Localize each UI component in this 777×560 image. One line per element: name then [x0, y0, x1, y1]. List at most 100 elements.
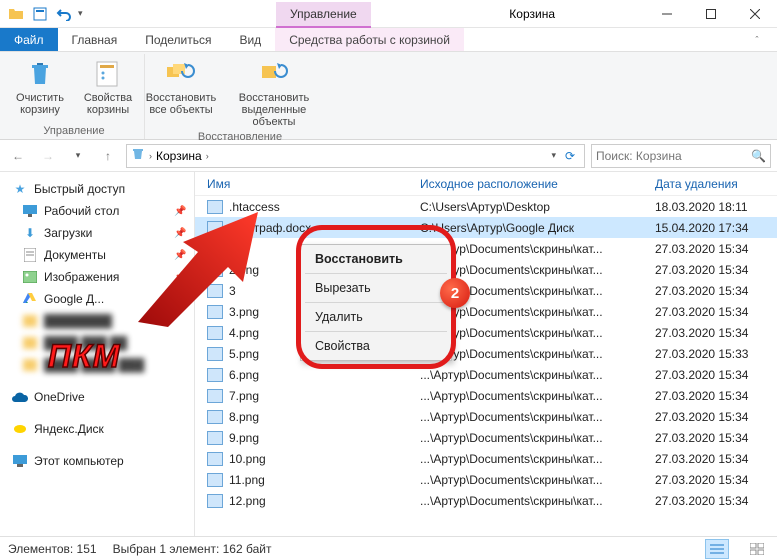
- search-box[interactable]: 🔍: [591, 144, 771, 168]
- empty-bin-button[interactable]: Очистить корзину: [10, 56, 70, 124]
- pin-icon: 📌: [174, 294, 186, 305]
- file-icon: [207, 473, 223, 487]
- table-row[interactable]: 3.png...\Артур\Documents\скрины\кат...27…: [195, 301, 777, 322]
- table-row[interactable]: .htaccessC:\Users\Артур\Desktop18.03.202…: [195, 196, 777, 217]
- table-row[interactable]: 5.png...\Артур\Documents\скрины\кат...27…: [195, 343, 777, 364]
- tab-home[interactable]: Главная: [58, 28, 132, 51]
- table-row[interactable]: 6.png...\Артур\Documents\скрины\кат...27…: [195, 364, 777, 385]
- sidebar-item-google-drive[interactable]: Google Д... 📌: [0, 288, 194, 310]
- tab-recycle-tools[interactable]: Средства работы с корзиной: [275, 28, 464, 51]
- sidebar-onedrive-label: OneDrive: [34, 390, 85, 404]
- ribbon-collapse-icon[interactable]: ˆ: [745, 30, 769, 50]
- table-row[interactable]: 7.png...\Артур\Documents\скрины\кат...27…: [195, 385, 777, 406]
- table-row[interactable]: 4.png...\Артур\Documents\скрины\кат...27…: [195, 322, 777, 343]
- file-name: ~$Штраф.docx: [229, 221, 311, 235]
- trash-icon: [24, 58, 56, 90]
- sidebar-item-desktop[interactable]: Рабочий стол 📌: [0, 200, 194, 222]
- file-date: 27.03.2020 15:34: [655, 452, 777, 466]
- file-name: 2.png: [229, 263, 259, 277]
- properties-icon[interactable]: [30, 4, 50, 24]
- file-name: 8.png: [229, 410, 259, 424]
- yandex-disk-icon: [12, 421, 28, 437]
- view-details-button[interactable]: [705, 539, 729, 559]
- column-date[interactable]: Дата удаления: [655, 177, 777, 191]
- undo-icon[interactable]: [54, 4, 74, 24]
- table-row[interactable]: 10.png...\Артур\Documents\скрины\кат...2…: [195, 448, 777, 469]
- breadcrumb[interactable]: › Корзина › ▾ ⟳: [126, 144, 585, 168]
- file-date: 27.03.2020 15:34: [655, 368, 777, 382]
- sidebar-this-pc[interactable]: Этот компьютер: [0, 450, 194, 472]
- column-name[interactable]: Имя: [195, 177, 420, 191]
- status-item-count: Элементов: 151: [8, 542, 97, 556]
- nav-forward-button[interactable]: →: [36, 144, 60, 168]
- file-location: ...\Артур\Documents\скрины\кат...: [420, 368, 655, 382]
- maximize-button[interactable]: [689, 0, 733, 28]
- file-date: 27.03.2020 15:34: [655, 284, 777, 298]
- table-row[interactable]: 2.png...\Артур\Documents\скрины\кат...27…: [195, 259, 777, 280]
- view-icons-button[interactable]: [745, 539, 769, 559]
- bin-properties-button[interactable]: Свойства корзины: [78, 56, 138, 124]
- file-icon: [207, 284, 223, 298]
- file-date: 27.03.2020 15:34: [655, 389, 777, 403]
- address-bar: ← → ▾ ↑ › Корзина › ▾ ⟳ 🔍: [0, 140, 777, 172]
- restore-all-button[interactable]: Восстановить все объекты: [151, 56, 211, 130]
- table-row[interactable]: 3...\Артур\Documents\скрины\кат...27.03.…: [195, 280, 777, 301]
- table-row[interactable]: 2...\Артур\Documents\скрины\кат...27.03.…: [195, 238, 777, 259]
- status-selection: Выбран 1 элемент: 162 байт: [113, 542, 272, 556]
- file-location: C:\Users\Артур\Desktop: [420, 200, 655, 214]
- folder-icon: [6, 4, 26, 24]
- sidebar-item-documents[interactable]: Документы 📌: [0, 244, 194, 266]
- ctx-restore[interactable]: Восстановить: [301, 247, 451, 271]
- file-name: 9.png: [229, 431, 259, 445]
- sidebar-onedrive[interactable]: OneDrive: [0, 386, 194, 408]
- sidebar-yandex-disk[interactable]: Яндекс.Диск: [0, 418, 194, 440]
- file-icon: [207, 221, 223, 235]
- sidebar-item-label: Загрузки: [44, 226, 92, 240]
- status-bar: Элементов: 151 Выбран 1 элемент: 162 бай…: [0, 536, 777, 560]
- sidebar-item-blurred[interactable]: ████████: [0, 310, 194, 332]
- ctx-cut[interactable]: Вырезать: [301, 276, 451, 300]
- this-pc-icon: [12, 453, 28, 469]
- ribbon-group-manage: Очистить корзину Свойства корзины Управл…: [4, 54, 145, 139]
- chevron-right-icon[interactable]: ›: [206, 151, 209, 161]
- file-name: 11.png: [229, 473, 265, 487]
- table-row[interactable]: 8.png...\Артур\Documents\скрины\кат...27…: [195, 406, 777, 427]
- nav-back-button[interactable]: ←: [6, 144, 30, 168]
- nav-history-icon[interactable]: ▾: [66, 144, 90, 168]
- file-name: 2: [229, 242, 236, 256]
- ctx-separator: [305, 273, 447, 274]
- file-location: ...\Артур\Documents\скрины\кат...: [420, 347, 655, 361]
- quick-access-toolbar: ▾: [0, 4, 89, 24]
- tab-file[interactable]: Файл: [0, 28, 58, 51]
- column-location[interactable]: Исходное расположение: [420, 177, 655, 191]
- chevron-right-icon: ›: [149, 151, 152, 161]
- sidebar-quick-access[interactable]: ★ Быстрый доступ: [0, 178, 194, 200]
- nav-up-button[interactable]: ↑: [96, 144, 120, 168]
- restore-all-label: Восстановить все объекты: [146, 92, 216, 116]
- minimize-button[interactable]: [645, 0, 689, 28]
- sidebar-item-downloads[interactable]: ⬇ Загрузки 📌: [0, 222, 194, 244]
- table-row[interactable]: ~$Штраф.docxC:\Users\Артур\Google Диск15…: [195, 217, 777, 238]
- sidebar-item-pictures[interactable]: Изображения 📌: [0, 266, 194, 288]
- table-row[interactable]: 12.png...\Артур\Documents\скрины\кат...2…: [195, 490, 777, 511]
- breadcrumb-root[interactable]: Корзина: [156, 149, 202, 163]
- table-row[interactable]: 11.png...\Артур\Documents\скрины\кат...2…: [195, 469, 777, 490]
- ctx-properties[interactable]: Свойства: [301, 334, 451, 358]
- restore-selected-icon: [258, 58, 290, 90]
- ctx-delete[interactable]: Удалить: [301, 305, 451, 329]
- tab-view[interactable]: Вид: [225, 28, 275, 51]
- file-location: C:\Users\Артур\Google Диск: [420, 221, 655, 235]
- file-name: 3: [229, 284, 236, 298]
- refresh-icon[interactable]: ⟳: [560, 149, 580, 163]
- qat-dropdown-icon[interactable]: ▾: [78, 8, 83, 19]
- tab-share[interactable]: Поделиться: [131, 28, 225, 51]
- pictures-icon: [22, 269, 38, 285]
- restore-selected-button[interactable]: Восстановить выделенные объекты: [219, 56, 329, 130]
- recycle-bin-icon: [131, 147, 145, 164]
- search-input[interactable]: [596, 149, 751, 163]
- onedrive-icon: [12, 389, 28, 405]
- breadcrumb-dropdown-icon[interactable]: ▾: [551, 150, 556, 161]
- close-button[interactable]: [733, 0, 777, 28]
- table-row[interactable]: 9.png...\Артур\Documents\скрины\кат...27…: [195, 427, 777, 448]
- pin-icon: 📌: [174, 250, 186, 261]
